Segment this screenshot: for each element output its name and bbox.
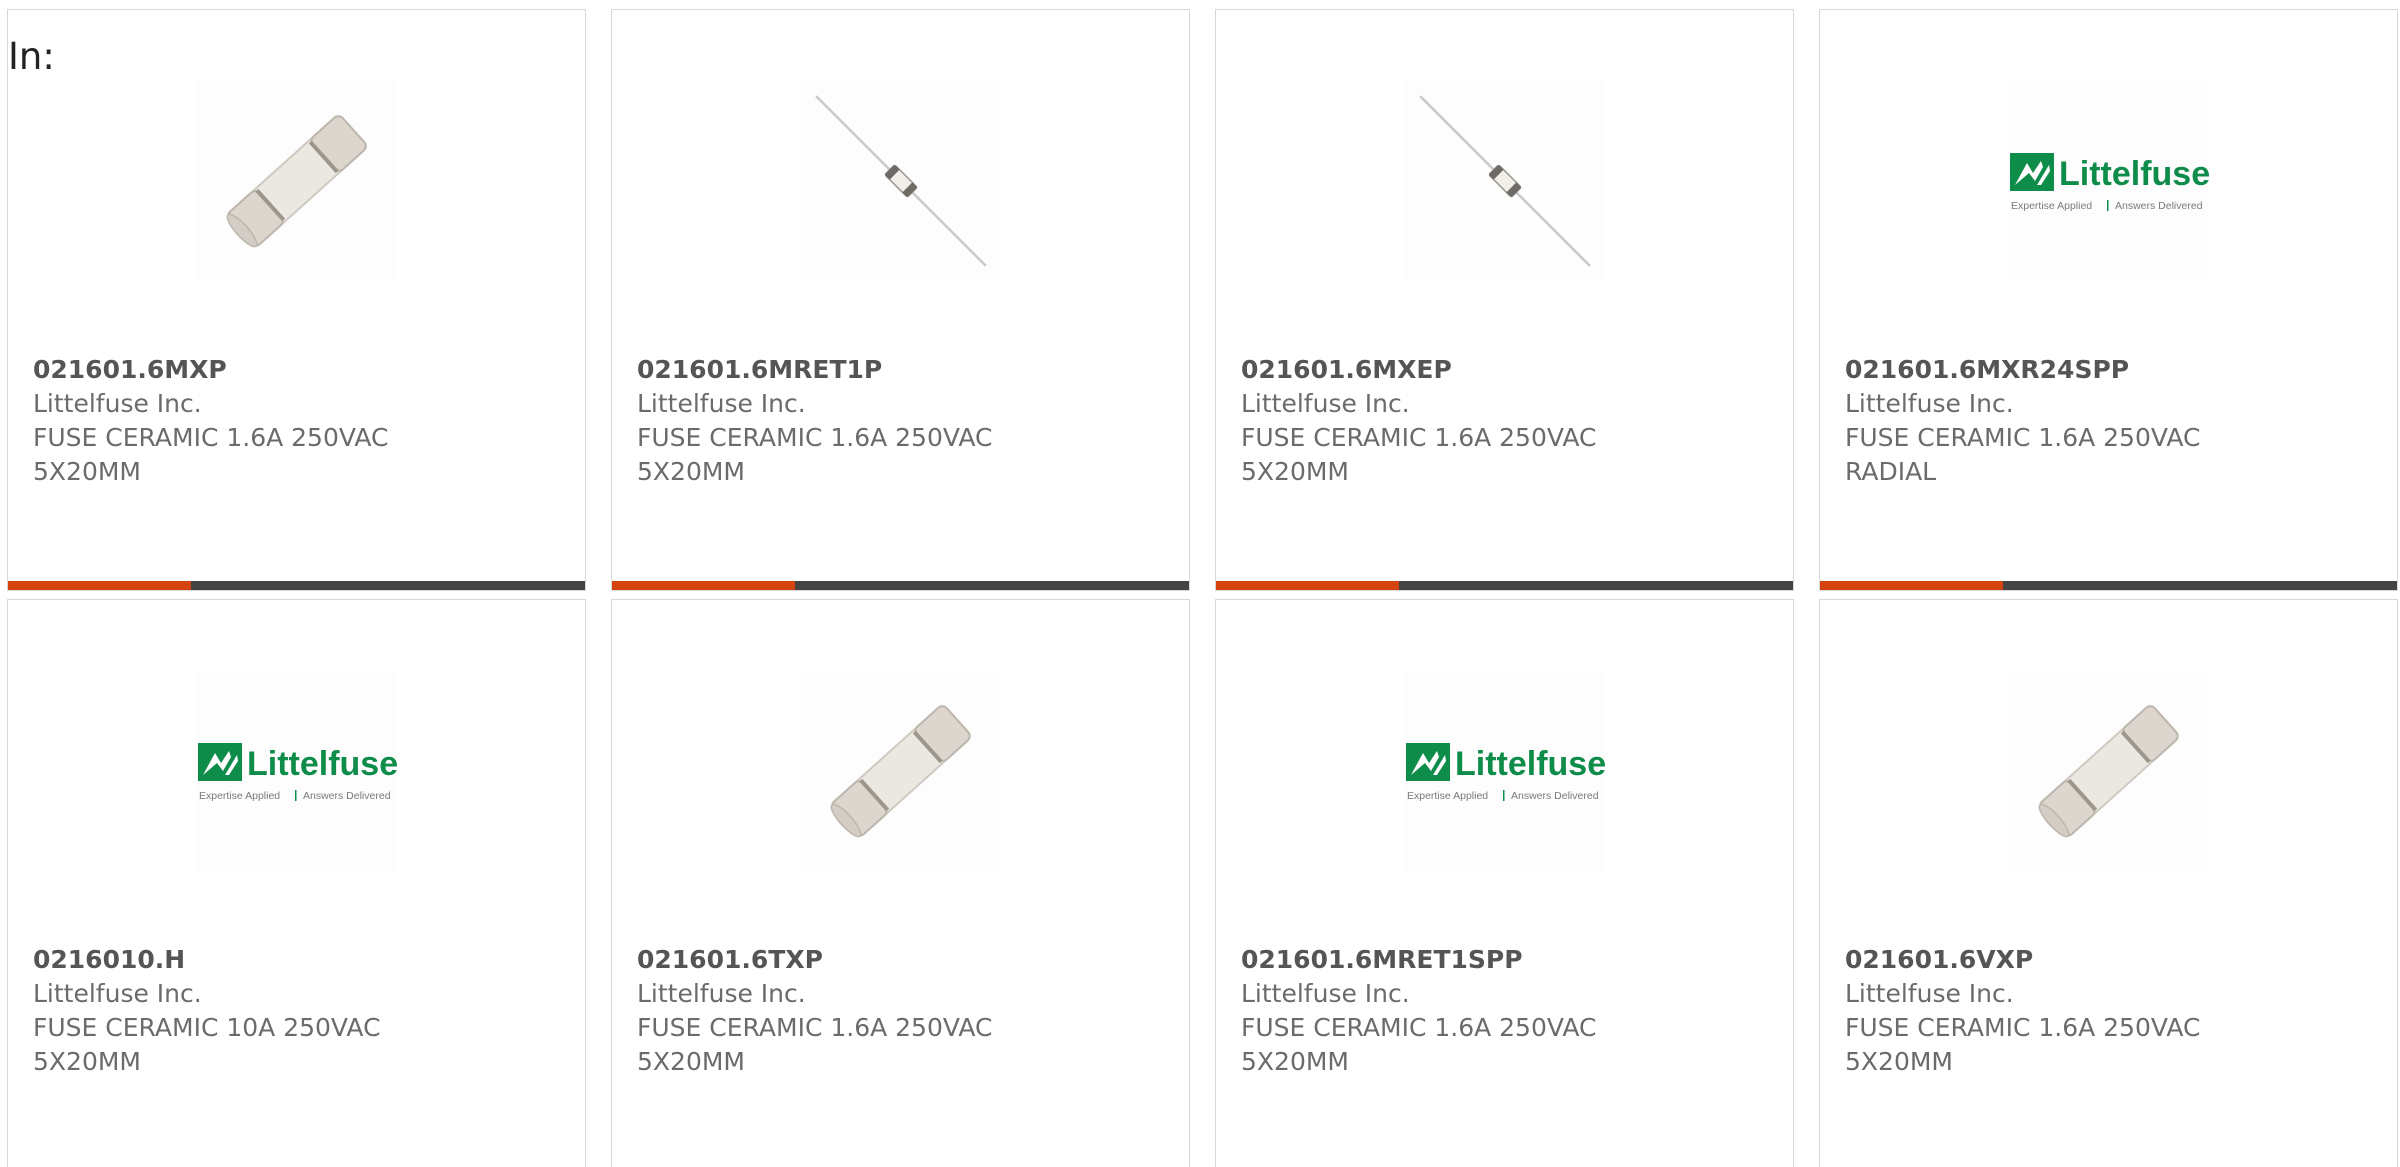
in-label: In: xyxy=(8,35,55,78)
svg-text:Answers Delivered: Answers Delivered xyxy=(303,790,391,802)
part-number-link[interactable]: 021601.6TXP xyxy=(637,943,1169,977)
littelfuse-logo: Littelfuse Expertise Applied Answers Deliv… xyxy=(1405,671,1605,871)
product-info: 021601.6MXR24SPP Littelfuse Inc. FUSE CE… xyxy=(1845,353,2377,489)
product-card[interactable]: 021601.6MXP Littelfuse Inc. FUSE CERAMIC… xyxy=(7,9,586,591)
product-description: FUSE CERAMIC 1.6A 250VAC RADIAL xyxy=(1845,423,2201,486)
manufacturer-label: Littelfuse Inc. xyxy=(637,389,806,418)
product-description: FUSE CERAMIC 1.6A 250VAC 5X20MM xyxy=(1241,423,1597,486)
product-info: 021601.6MRET1SPP Littelfuse Inc. FUSE CE… xyxy=(1241,943,1773,1079)
product-info: 021601.6MXEP Littelfuse Inc. FUSE CERAMI… xyxy=(1241,353,1773,489)
product-description: FUSE CERAMIC 1.6A 250VAC 5X20MM xyxy=(1241,1013,1597,1076)
svg-text:Littelfuse: Littelfuse xyxy=(2059,155,2209,193)
product-card[interactable]: 021601.6VXP Littelfuse Inc. FUSE CERAMIC… xyxy=(1819,599,2398,1167)
part-number-link[interactable]: 021601.6MXP xyxy=(33,353,565,387)
product-info: 021601.6MRET1P Littelfuse Inc. FUSE CERA… xyxy=(637,353,1169,489)
product-image[interactable]: Littelfuse Expertise Applied Answers Deliv… xyxy=(197,671,397,871)
product-card[interactable]: Littelfuse Expertise Applied Answers Deliv… xyxy=(1819,9,2398,591)
manufacturer-label: Littelfuse Inc. xyxy=(33,979,202,1008)
littelfuse-logo: Littelfuse Expertise Applied Answers Deliv… xyxy=(2009,81,2209,281)
svg-text:Answers Delivered: Answers Delivered xyxy=(2115,200,2203,212)
card-accent-bar xyxy=(1820,581,2397,590)
product-card[interactable]: Littelfuse Expertise Applied Answers Deliv… xyxy=(7,599,586,1167)
product-description: FUSE CERAMIC 1.6A 250VAC 5X20MM xyxy=(1845,1013,2201,1076)
part-number-link[interactable]: 021601.6MXEP xyxy=(1241,353,1773,387)
product-image[interactable] xyxy=(801,671,1001,871)
product-description: FUSE CERAMIC 1.6A 250VAC 5X20MM xyxy=(33,423,389,486)
part-number-link[interactable]: 021601.6MRET1SPP xyxy=(1241,943,1773,977)
part-number-link[interactable]: 021601.6MXR24SPP xyxy=(1845,353,2377,387)
product-image[interactable] xyxy=(197,81,397,281)
product-card[interactable]: 021601.6MRET1P Littelfuse Inc. FUSE CERA… xyxy=(611,9,1190,591)
product-image[interactable] xyxy=(801,81,1001,281)
svg-text:Expertise Applied: Expertise Applied xyxy=(1407,790,1488,802)
card-accent-bar xyxy=(1216,581,1793,590)
card-accent-bar xyxy=(8,581,585,590)
product-results-page: In: 021601.6MXP Littelfuse Inc. FUSE CER… xyxy=(0,0,2400,1167)
product-description: FUSE CERAMIC 10A 250VAC 5X20MM xyxy=(33,1013,381,1076)
product-info: 021601.6VXP Littelfuse Inc. FUSE CERAMIC… xyxy=(1845,943,2377,1079)
cartridge-fuse-image xyxy=(801,671,1001,871)
manufacturer-label: Littelfuse Inc. xyxy=(1845,979,2014,1008)
product-card[interactable]: Littelfuse Expertise Applied Answers Deliv… xyxy=(1215,599,1794,1167)
manufacturer-label: Littelfuse Inc. xyxy=(33,389,202,418)
svg-text:Answers Delivered: Answers Delivered xyxy=(1511,790,1599,802)
svg-text:Expertise Applied: Expertise Applied xyxy=(199,790,280,802)
part-number-link[interactable]: 0216010.H xyxy=(33,943,565,977)
product-image[interactable] xyxy=(1405,81,1605,281)
product-image[interactable] xyxy=(2009,671,2209,871)
product-card[interactable]: 021601.6MXEP Littelfuse Inc. FUSE CERAMI… xyxy=(1215,9,1794,591)
manufacturer-label: Littelfuse Inc. xyxy=(637,979,806,1008)
product-info: 021601.6MXP Littelfuse Inc. FUSE CERAMIC… xyxy=(33,353,565,489)
product-grid: 021601.6MXP Littelfuse Inc. FUSE CERAMIC… xyxy=(7,9,2398,1167)
littelfuse-logo: Littelfuse Expertise Applied Answers Deliv… xyxy=(197,671,397,871)
product-info: 021601.6TXP Littelfuse Inc. FUSE CERAMIC… xyxy=(637,943,1169,1079)
manufacturer-label: Littelfuse Inc. xyxy=(1845,389,2014,418)
axial-fuse-image xyxy=(1405,81,1605,281)
card-accent-bar xyxy=(612,581,1189,590)
part-number-link[interactable]: 021601.6MRET1P xyxy=(637,353,1169,387)
product-info: 0216010.H Littelfuse Inc. FUSE CERAMIC 1… xyxy=(33,943,565,1079)
svg-text:Littelfuse: Littelfuse xyxy=(247,745,397,783)
product-image[interactable]: Littelfuse Expertise Applied Answers Deliv… xyxy=(1405,671,1605,871)
manufacturer-label: Littelfuse Inc. xyxy=(1241,389,1410,418)
cartridge-fuse-image xyxy=(2009,671,2209,871)
svg-text:Littelfuse: Littelfuse xyxy=(1455,745,1605,783)
product-card[interactable]: 021601.6TXP Littelfuse Inc. FUSE CERAMIC… xyxy=(611,599,1190,1167)
product-description: FUSE CERAMIC 1.6A 250VAC 5X20MM xyxy=(637,423,993,486)
product-image[interactable]: Littelfuse Expertise Applied Answers Deliv… xyxy=(2009,81,2209,281)
cartridge-fuse-image xyxy=(197,81,397,281)
manufacturer-label: Littelfuse Inc. xyxy=(1241,979,1410,1008)
svg-text:Expertise Applied: Expertise Applied xyxy=(2011,200,2092,212)
product-description: FUSE CERAMIC 1.6A 250VAC 5X20MM xyxy=(637,1013,993,1076)
part-number-link[interactable]: 021601.6VXP xyxy=(1845,943,2377,977)
axial-fuse-image xyxy=(801,81,1001,281)
